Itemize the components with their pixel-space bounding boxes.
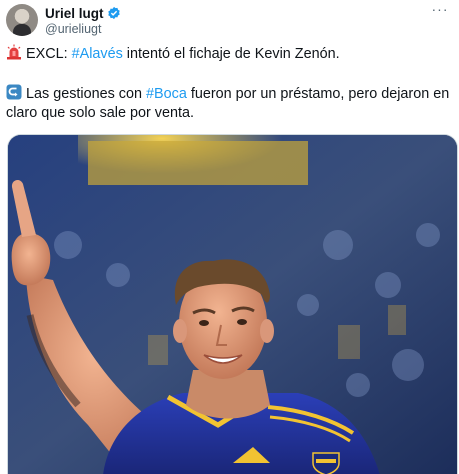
tweet-header: Uriel lugt @urieliugt ··· — [6, 2, 453, 36]
hashtag-alaves[interactable]: #Alavés — [72, 46, 123, 62]
avatar[interactable] — [6, 4, 38, 36]
tweet-text-line-1: EXCL: #Alavés intentó el fichaje de Kevi… — [6, 44, 451, 64]
return-arrow-emoji-icon — [6, 84, 22, 100]
hashtag-boca[interactable]: #Boca — [146, 86, 187, 102]
handle[interactable]: @urieliugt — [45, 22, 121, 36]
text-prefix: Las gestiones con — [26, 86, 147, 102]
player-photo — [8, 135, 457, 474]
siren-emoji-icon — [6, 44, 22, 60]
author-names: Uriel lugt @urieliugt — [45, 5, 121, 36]
more-options-icon[interactable]: ··· — [429, 2, 451, 20]
text-prefix: EXCL: — [26, 46, 72, 62]
text-suffix: intentó el fichaje de Kevin Zenón. — [122, 46, 340, 62]
tweet-card[interactable]: Uriel lugt @urieliugt ··· EXCL: #Alavés … — [0, 0, 459, 474]
tweet-text-line-2: Las gestiones con #Boca fueron por un pr… — [6, 84, 451, 123]
verified-badge-icon — [107, 6, 121, 20]
display-name[interactable]: Uriel lugt — [45, 6, 104, 21]
tweet-media-photo[interactable] — [7, 134, 458, 474]
